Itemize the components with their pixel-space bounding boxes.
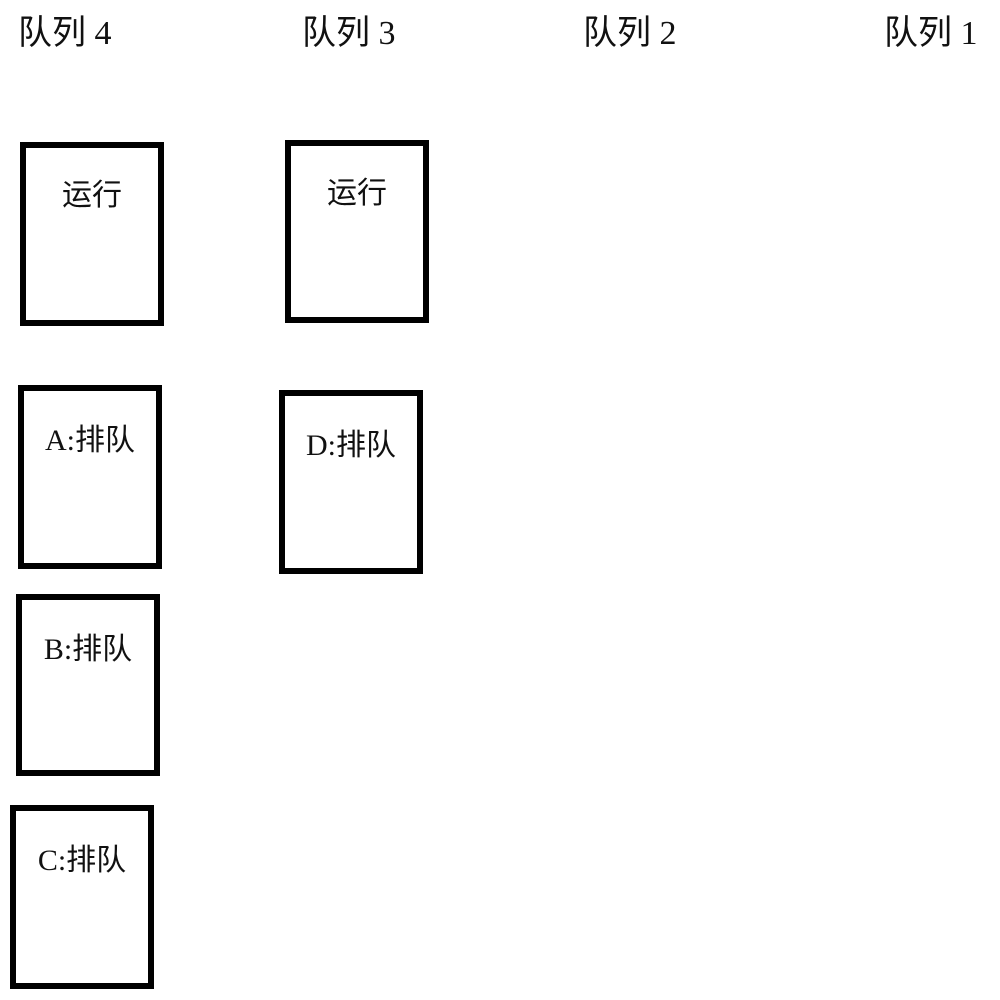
queue-3-running-box: 运行 bbox=[285, 140, 429, 323]
queue-4-header: 队列 4 bbox=[18, 15, 112, 52]
queue-3-header: 队列 3 bbox=[302, 15, 396, 52]
queue-4-task-b-box: B:排队 bbox=[16, 594, 160, 776]
queue-4-running-box: 运行 bbox=[20, 142, 164, 326]
queue-4-task-c-box: C:排队 bbox=[10, 805, 154, 989]
box-label: A:排队 bbox=[45, 424, 135, 457]
box-label: C:排队 bbox=[37, 844, 127, 877]
box-label: D:排队 bbox=[306, 429, 396, 462]
box-label: 运行 bbox=[327, 177, 387, 210]
queue-4-task-a-box: A:排队 bbox=[18, 385, 162, 569]
queue-2-header: 队列 2 bbox=[583, 15, 677, 52]
queue-1-header: 队列 1 bbox=[884, 15, 978, 52]
box-label: 运行 bbox=[62, 179, 122, 212]
queue-3-task-d-box: D:排队 bbox=[279, 390, 423, 574]
box-label: B:排队 bbox=[43, 633, 133, 666]
